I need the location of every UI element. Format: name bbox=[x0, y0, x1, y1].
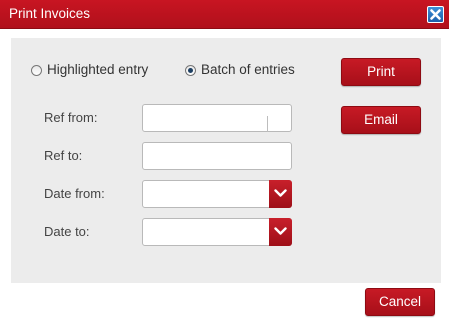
email-button[interactable]: Email bbox=[341, 106, 421, 134]
title-bar: Print Invoices bbox=[0, 0, 449, 29]
date-from-label: Date from: bbox=[44, 186, 105, 201]
ref-to-input[interactable] bbox=[142, 142, 292, 170]
radio-label-batch-of-entries[interactable]: Batch of entries bbox=[201, 62, 295, 78]
dialog-title: Print Invoices bbox=[9, 6, 91, 21]
chevron-down-icon bbox=[274, 227, 287, 235]
ref-from-label: Ref from: bbox=[44, 110, 98, 125]
print-button[interactable]: Print bbox=[341, 58, 421, 86]
date-from-dropdown[interactable] bbox=[142, 180, 292, 208]
close-button[interactable] bbox=[427, 6, 444, 23]
ref-from-input[interactable] bbox=[142, 104, 292, 132]
close-x-icon bbox=[430, 9, 441, 20]
date-to-dropdown[interactable] bbox=[142, 218, 292, 246]
print-invoices-dialog: Print Invoices Highlighted entry Batch o… bbox=[0, 0, 449, 327]
date-to-label: Date to: bbox=[44, 224, 90, 239]
chevron-down-icon bbox=[274, 189, 287, 197]
ref-to-label: Ref to: bbox=[44, 148, 83, 163]
text-cursor bbox=[267, 116, 268, 132]
radio-highlighted-entry[interactable] bbox=[31, 65, 42, 76]
date-from-dropdown-toggle[interactable] bbox=[269, 180, 292, 208]
cancel-button[interactable]: Cancel bbox=[365, 288, 435, 316]
radio-batch-of-entries[interactable] bbox=[185, 65, 196, 76]
date-to-dropdown-toggle[interactable] bbox=[269, 218, 292, 246]
radio-label-highlighted-entry[interactable]: Highlighted entry bbox=[47, 62, 148, 78]
